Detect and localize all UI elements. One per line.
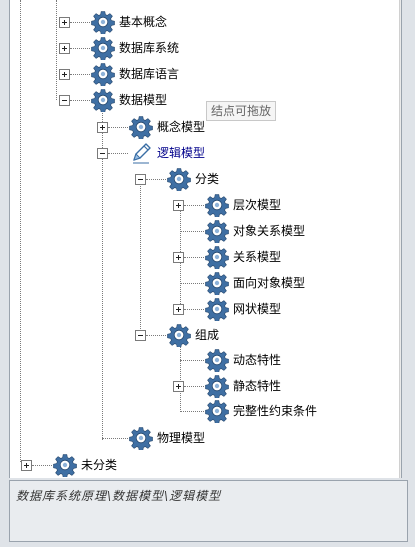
drag-tooltip: 结点可拖放: [206, 101, 277, 121]
expand-toggle-basic-concepts[interactable]: [59, 17, 70, 28]
gear-icon: [205, 297, 229, 321]
tree-node-uncategorized[interactable]: 未分类: [81, 457, 117, 473]
expand-toggle-relational-model[interactable]: [173, 252, 184, 263]
tree-node-network-model[interactable]: 网状模型: [233, 301, 281, 317]
tree-node-physical-model[interactable]: 物理模型: [157, 430, 205, 446]
collapse-toggle-data-model[interactable]: [59, 95, 70, 106]
current-path: 数据库系统原理\数据模型\逻辑模型: [16, 489, 222, 503]
gear-icon: [53, 453, 77, 477]
collapse-toggle-classification[interactable]: [135, 174, 146, 185]
tree-node-static-features[interactable]: 静态特性: [233, 378, 281, 394]
tree-node-integrity-constraints[interactable]: 完整性约束条件: [233, 403, 317, 419]
expand-toggle-hierarchical-model[interactable]: [173, 200, 184, 211]
tree-node-composition[interactable]: 组成: [195, 327, 219, 343]
gear-icon: [205, 193, 229, 217]
tree-node-relational-model[interactable]: 关系模型: [233, 249, 281, 265]
tree-node-basic-concepts[interactable]: 基本概念: [119, 14, 167, 30]
expand-toggle-database-system[interactable]: [59, 43, 70, 54]
tree-node-logical-model[interactable]: 逻辑模型: [157, 145, 205, 161]
expand-toggle-network-model[interactable]: [173, 304, 184, 315]
tree-node-object-relational-model[interactable]: 对象关系模型: [233, 223, 305, 239]
tree-node-dynamic-features[interactable]: 动态特性: [233, 352, 281, 368]
gear-icon: [167, 323, 191, 347]
gear-icon: [205, 245, 229, 269]
pencil-icon: [133, 143, 151, 164]
gear-icon: [205, 374, 229, 398]
tree-node-data-model[interactable]: 数据模型: [119, 92, 167, 108]
category-tree[interactable]: 基本概念 数据库系统 数据库语言 数据模型 结点可拖放 概念模型 逻辑模型 分类…: [9, 0, 402, 478]
gear-icon: [205, 271, 229, 295]
gear-icon: [167, 167, 191, 191]
gear-icon: [91, 88, 115, 112]
collapse-toggle-composition[interactable]: [135, 330, 146, 341]
path-bar: 数据库系统原理\数据模型\逻辑模型: [9, 480, 408, 542]
vertical-scrollbar[interactable]: [399, 0, 401, 478]
tree-node-conceptual-model[interactable]: 概念模型: [157, 119, 205, 135]
expand-toggle-conceptual-model[interactable]: [97, 122, 108, 133]
expand-toggle-static-features[interactable]: [173, 381, 184, 392]
gear-icon: [129, 426, 153, 450]
gear-icon: [91, 36, 115, 60]
gear-icon: [205, 399, 229, 423]
expand-toggle-uncategorized[interactable]: [21, 460, 32, 471]
collapse-toggle-logical-model[interactable]: [97, 148, 108, 159]
tree-node-database-system[interactable]: 数据库系统: [119, 40, 179, 56]
gear-icon: [205, 219, 229, 243]
tree-node-object-oriented-model[interactable]: 面向对象模型: [233, 275, 305, 291]
tree-node-classification[interactable]: 分类: [195, 171, 219, 187]
tree-node-database-language[interactable]: 数据库语言: [119, 66, 179, 82]
gear-icon: [91, 62, 115, 86]
gear-icon: [91, 10, 115, 34]
tree-node-hierarchical-model[interactable]: 层次模型: [233, 197, 281, 213]
gear-icon: [129, 115, 153, 139]
gear-icon: [205, 348, 229, 372]
expand-toggle-database-language[interactable]: [59, 69, 70, 80]
